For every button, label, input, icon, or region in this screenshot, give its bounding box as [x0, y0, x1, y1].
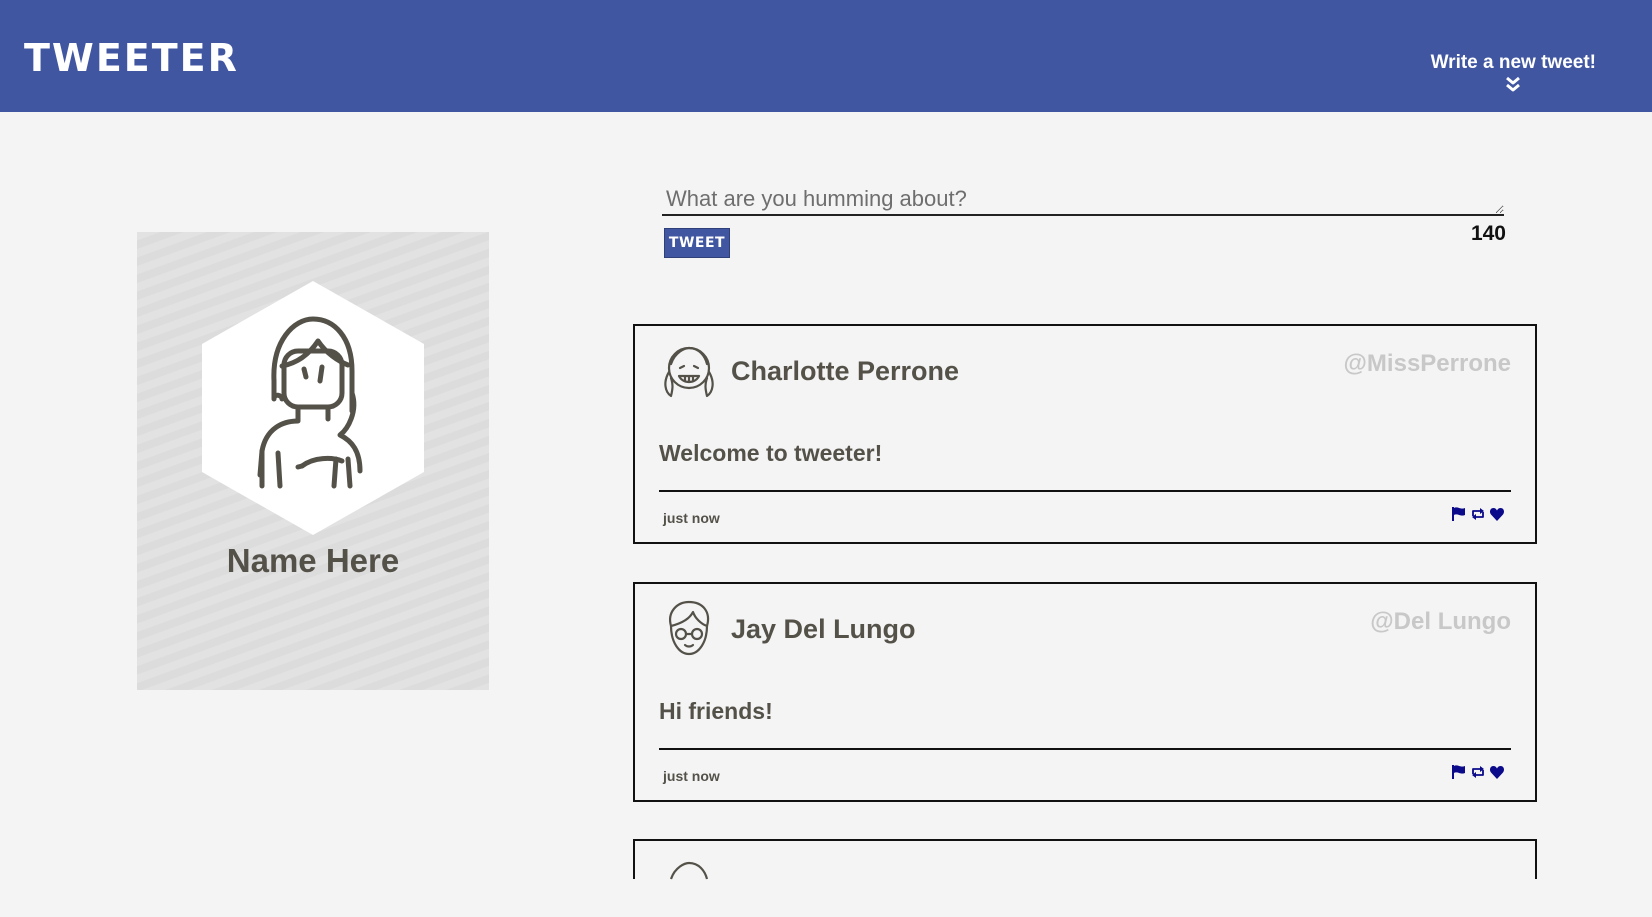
tweet-actions: [1451, 764, 1505, 780]
smiling-girl-avatar-icon: [664, 346, 714, 398]
tweet-card: [633, 839, 1537, 880]
app-logo[interactable]: TWEETER: [24, 36, 239, 80]
tweet-handle: @MissPerrone: [1343, 350, 1511, 377]
profile-card: Name Here: [137, 232, 489, 690]
write-new-tweet-label[interactable]: Write a new tweet!: [1431, 52, 1596, 74]
write-new-tweet-toggle[interactable]: Write a new tweet!: [1431, 52, 1596, 94]
tweet-author: Jay Del Lungo: [731, 614, 916, 644]
flag-icon[interactable]: [1451, 764, 1467, 780]
retweet-icon[interactable]: [1470, 764, 1486, 780]
flag-icon[interactable]: [1451, 506, 1467, 522]
woman-avatar-icon: [202, 281, 424, 535]
tweet-timestamp: just now: [663, 768, 720, 784]
heart-icon[interactable]: [1489, 506, 1505, 522]
tweet-text-input[interactable]: [662, 178, 1504, 216]
new-tweet-composer: TWEET 140: [662, 178, 1506, 258]
tweet-content: Hi friends!: [659, 698, 773, 724]
top-navbar: TWEETER Write a new tweet!: [0, 0, 1652, 112]
tweet-handle: @Del Lungo: [1370, 608, 1511, 635]
tweet-card: Jay Del Lungo @Del Lungo Hi friends! jus…: [633, 582, 1537, 802]
double-chevron-down-icon[interactable]: [1504, 76, 1522, 94]
character-counter: 140: [1470, 222, 1506, 245]
tweet-card: Charlotte Perrone @MissPerrone Welcome t…: [633, 324, 1537, 544]
tweet-submit-button[interactable]: TWEET: [664, 228, 730, 258]
tweet-timestamp: just now: [663, 510, 720, 526]
profile-name: Name Here: [226, 542, 400, 579]
tweet-author: Charlotte Perrone: [731, 356, 960, 386]
boy-with-glasses-avatar-icon: [669, 600, 710, 656]
avatar-icon: [669, 861, 709, 880]
tweet-actions: [1451, 506, 1505, 522]
tweet-divider: [659, 490, 1511, 492]
tweet-divider: [659, 748, 1511, 750]
retweet-icon[interactable]: [1470, 506, 1486, 522]
tweet-content: Welcome to tweeter!: [659, 440, 883, 466]
heart-icon[interactable]: [1489, 764, 1505, 780]
